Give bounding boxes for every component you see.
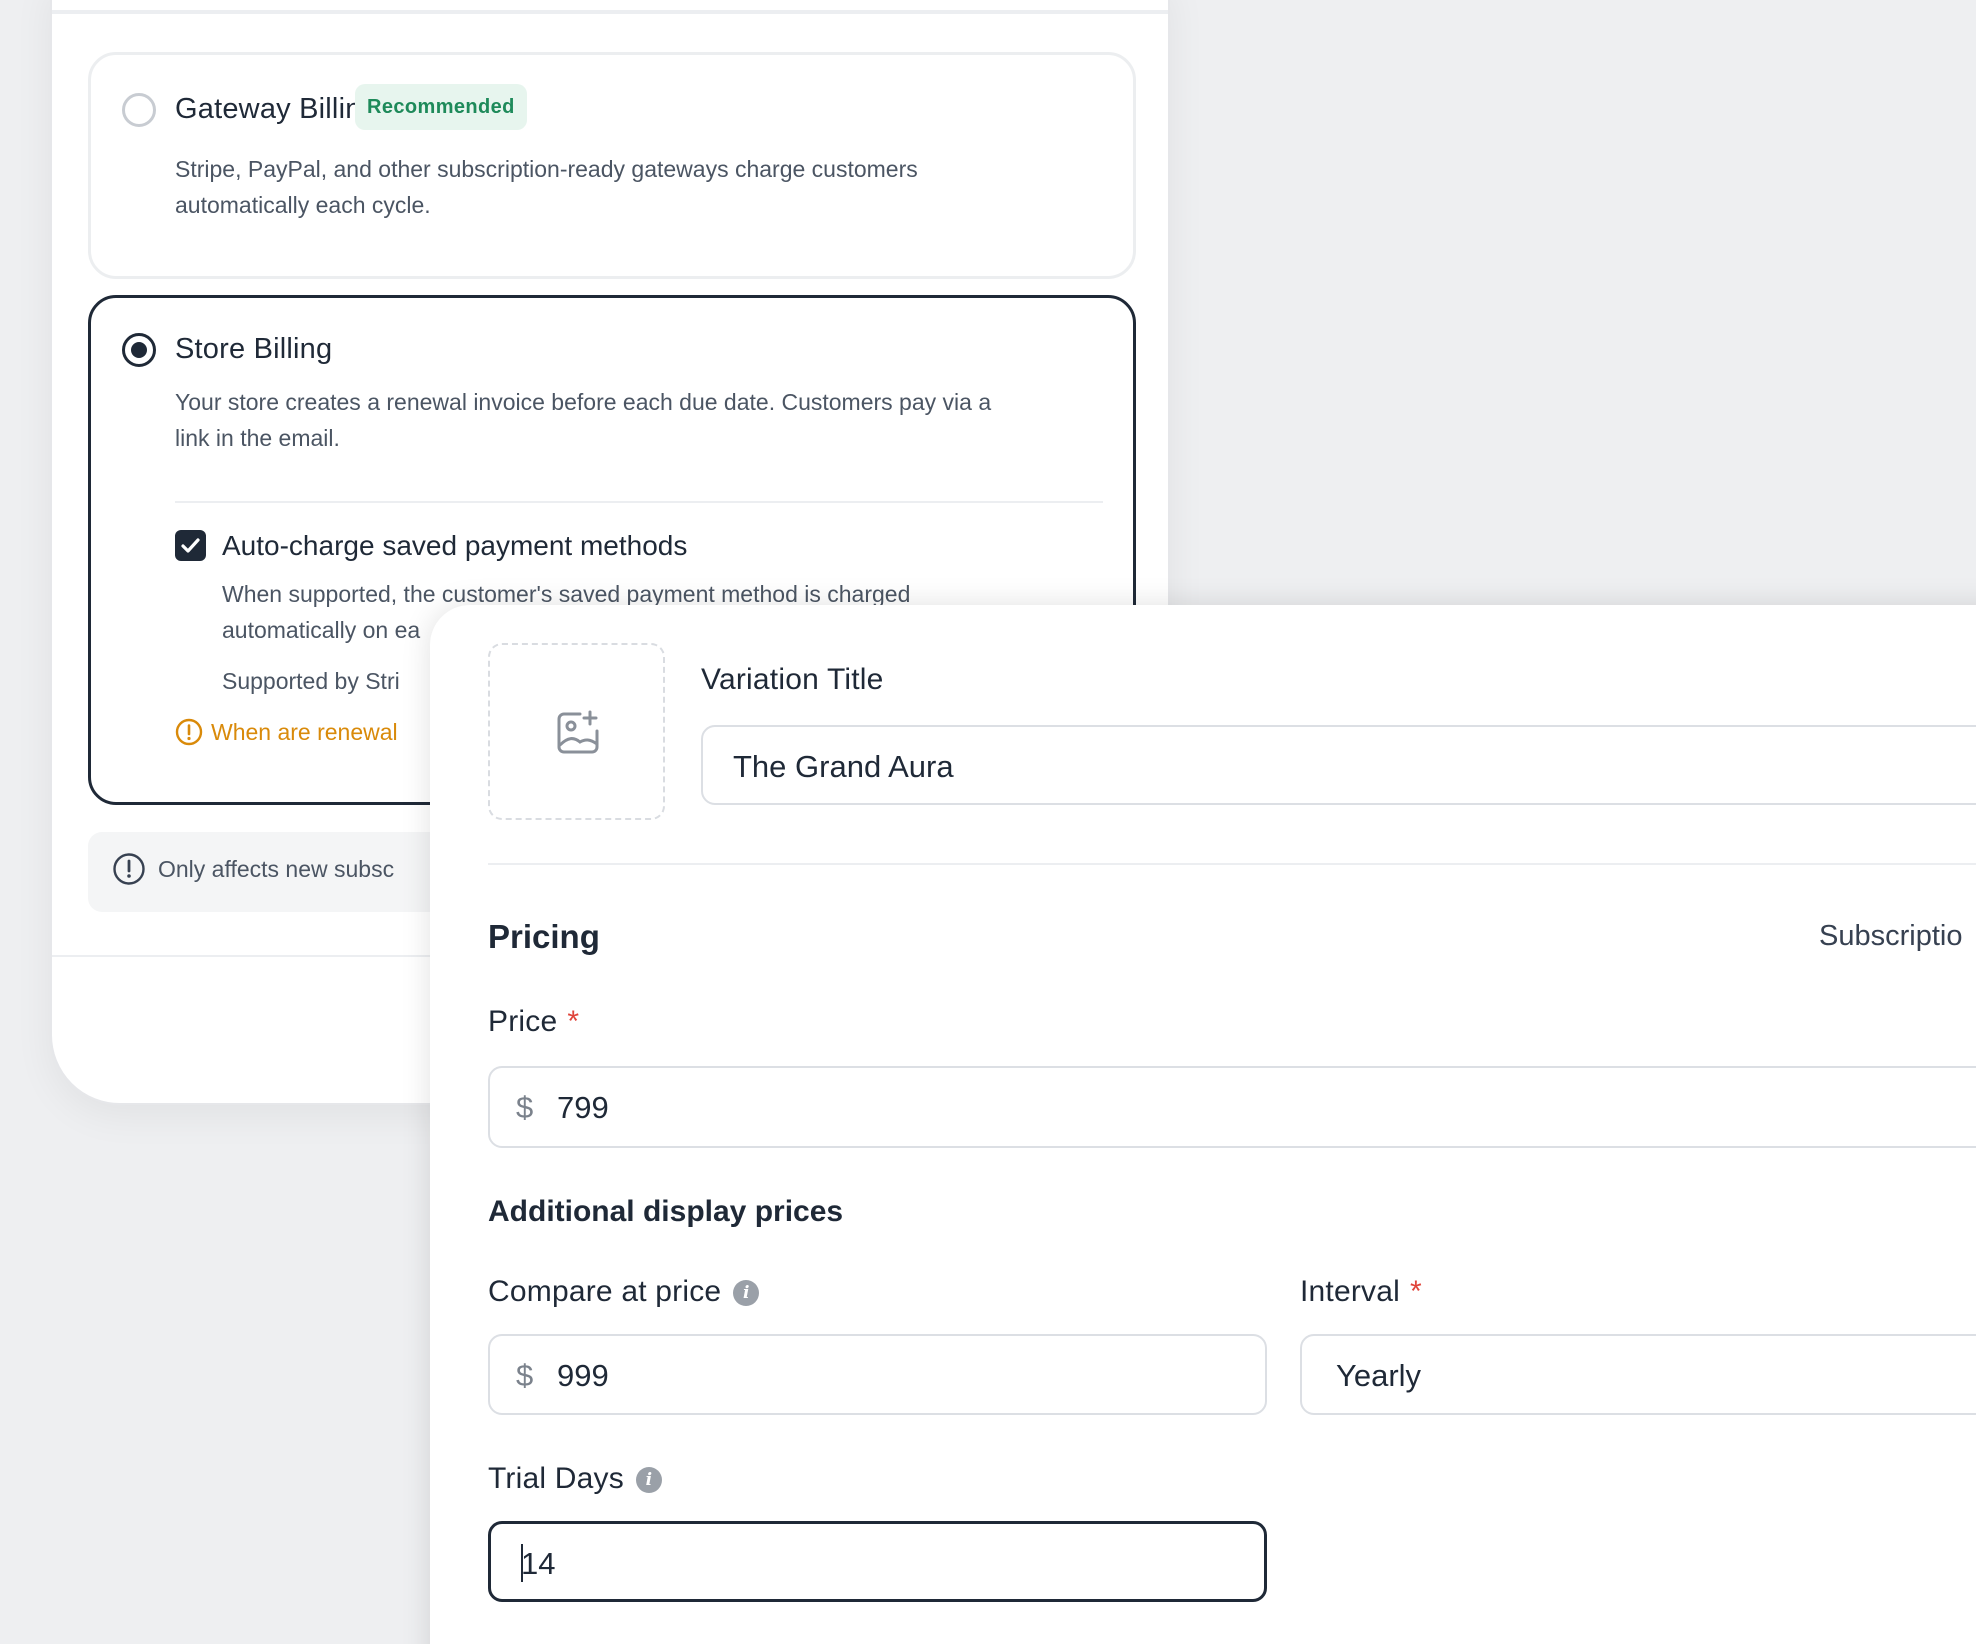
store-billing-radio[interactable] — [122, 333, 156, 367]
notice-text: Only affects new subsc — [158, 856, 395, 882]
price-currency: $ — [516, 1090, 534, 1125]
compare-price-input[interactable]: $ 999 — [488, 1334, 1267, 1415]
compare-price-currency: $ — [516, 1358, 534, 1393]
store-billing-description: Your store creates a renewal invoice bef… — [175, 384, 991, 456]
interval-select[interactable]: Yearly — [1300, 1334, 1976, 1415]
store-desc-line-1: Your store creates a renewal invoice bef… — [175, 389, 992, 415]
gateway-billing-radio[interactable] — [122, 93, 156, 127]
variation-image-upload[interactable] — [488, 643, 665, 820]
gateway-billing-title: Gateway Billing — [175, 93, 378, 125]
compare-price-label: Compare at price i — [488, 1275, 760, 1309]
screen: Gateway Billing Recommended Stripe, PayP… — [0, 0, 1976, 1644]
recommended-badge: Recommended — [355, 84, 527, 130]
renewal-timing-link-text[interactable]: When are renewal — [211, 719, 398, 746]
autocharge-label[interactable]: Auto-charge saved payment methods — [222, 530, 687, 562]
trial-days-label: Trial Days i — [488, 1462, 662, 1496]
store-billing-title: Store Billing — [175, 333, 333, 365]
autocharge-checkbox[interactable] — [175, 530, 206, 561]
price-input[interactable]: $ 799 — [488, 1066, 1976, 1148]
interval-value: Yearly — [1336, 1358, 1422, 1393]
supported-gateways-text: Supported by Stri — [222, 668, 400, 694]
trial-days-value: 14 — [521, 1546, 556, 1581]
trial-days-input[interactable]: 14 — [488, 1521, 1267, 1602]
store-billing-divider — [175, 501, 1103, 503]
variation-title-label: Variation Title — [701, 663, 884, 696]
checkmark-icon — [181, 538, 200, 553]
trial-days-label-text: Trial Days — [488, 1462, 624, 1495]
subscription-toggle-label[interactable]: Subscriptio — [1819, 920, 1962, 953]
gateway-desc-line-1: Stripe, PayPal, and other subscription-r… — [175, 156, 918, 182]
trial-days-info-icon[interactable]: i — [635, 1467, 662, 1493]
compare-price-label-text: Compare at price — [488, 1275, 722, 1308]
store-desc-line-2: link in the email. — [175, 425, 340, 451]
gateway-billing-description: Stripe, PayPal, and other subscription-r… — [175, 151, 918, 223]
required-asterisk: * — [1409, 1275, 1422, 1308]
compare-price-info-icon[interactable]: i — [733, 1280, 760, 1306]
variation-editor-panel: Variation Title The Grand Aura Pricing S… — [430, 605, 1976, 1644]
variation-title-input[interactable]: The Grand Aura — [701, 725, 1976, 805]
interval-label-text: Interval — [1300, 1275, 1400, 1308]
image-upload-icon — [557, 710, 599, 754]
editor-divider — [488, 863, 1976, 865]
price-value: 799 — [557, 1090, 609, 1125]
gateway-desc-line-2: automatically each cycle. — [175, 192, 431, 218]
info-icon — [113, 853, 145, 885]
price-label: Price * — [488, 1005, 579, 1039]
interval-label: Interval * — [1300, 1275, 1422, 1309]
compare-price-value: 999 — [557, 1358, 609, 1393]
warning-icon — [175, 718, 203, 746]
renewal-timing-link[interactable]: When are renewal — [175, 718, 398, 746]
price-label-text: Price — [488, 1005, 558, 1038]
required-asterisk: * — [567, 1005, 580, 1038]
additional-prices-heading: Additional display prices — [488, 1195, 844, 1228]
pricing-heading: Pricing — [488, 918, 600, 955]
gateway-billing-option[interactable]: Gateway Billing Recommended Stripe, PayP… — [88, 52, 1136, 279]
panel-header-divider — [52, 10, 1168, 14]
variation-title-value: The Grand Aura — [733, 749, 954, 784]
